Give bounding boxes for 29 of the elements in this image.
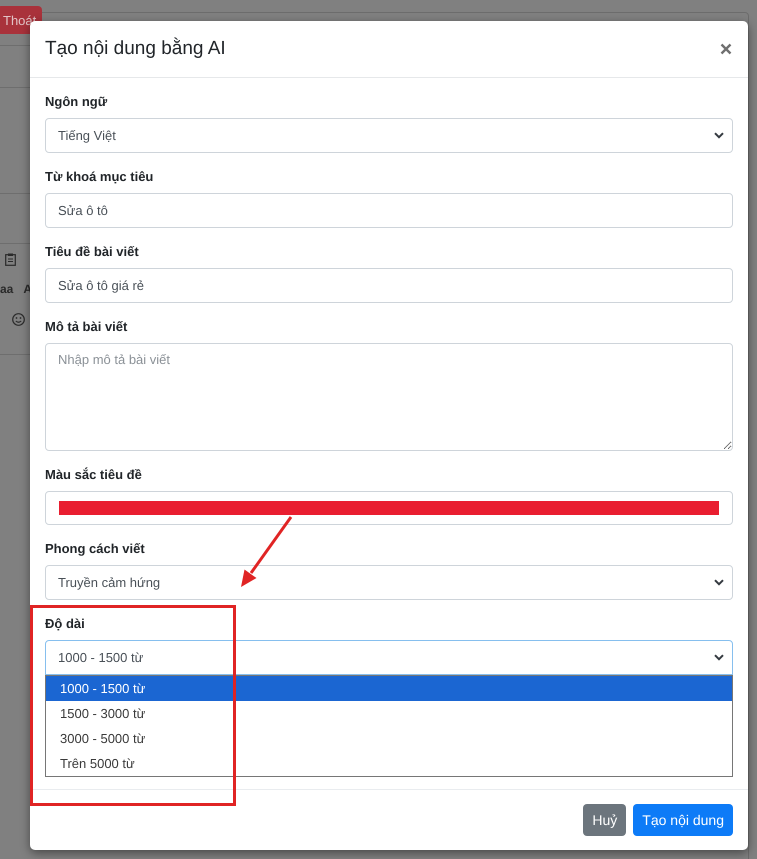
textarea-field[interactable]: Nhập mô tả bài viết	[45, 343, 733, 451]
cancel-button[interactable]: Huỷ	[583, 804, 626, 836]
arrow	[241, 516, 292, 587]
dropdown-option[interactable]: Trên 5000 từ	[46, 751, 732, 776]
field-label: Mô tả bài viết	[45, 318, 128, 336]
text-input[interactable]: Sửa ô tô	[45, 193, 733, 228]
dropdown-option[interactable]: 3000 - 5000 từ	[46, 726, 732, 751]
chevron-down-icon	[714, 654, 724, 661]
dropdown-option[interactable]: 1500 - 3000 từ	[46, 701, 732, 726]
create-button[interactable]: Tạo nội dung	[633, 804, 733, 836]
chevron-down-icon	[714, 579, 724, 586]
dialog-title: Tạo nội dung bằng AI	[45, 37, 226, 61]
field-label: Màu sắc tiêu đề	[45, 466, 143, 484]
format-button[interactable]: aa	[0, 282, 14, 296]
field-label: Từ khoá mục tiêu	[45, 168, 154, 186]
field-label: Độ dài	[45, 615, 86, 633]
chevron-down-icon	[714, 132, 724, 139]
field-label: Phong cách viết	[45, 540, 146, 558]
select-field[interactable]: Tiếng Việt	[45, 118, 733, 153]
close-icon[interactable]	[720, 43, 732, 55]
select-field[interactable]: 1000 - 1500 từ	[45, 640, 733, 675]
smiley-icon[interactable]	[12, 312, 25, 326]
dropdown-option[interactable]: 1000 - 1500 từ	[46, 676, 732, 701]
color-input[interactable]	[45, 491, 733, 525]
select-field[interactable]: Truyền cảm hứng	[45, 565, 733, 600]
clipboard-icon[interactable]	[5, 252, 16, 266]
field-label: Tiêu đề bài viết	[45, 243, 140, 261]
field-label: Ngôn ngữ	[45, 93, 108, 111]
text-input[interactable]: Sửa ô tô giá rẻ	[45, 268, 733, 303]
